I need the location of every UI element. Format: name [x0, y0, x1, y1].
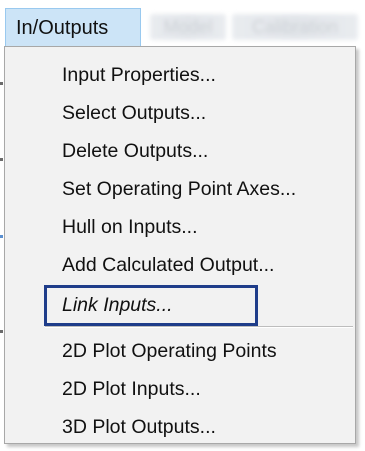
- menu-item-add-calculated-output[interactable]: Add Calculated Output...: [7, 246, 353, 284]
- menu-item-2d-plot-inputs[interactable]: 2D Plot Inputs...: [7, 370, 353, 408]
- menu-model-label: Model: [163, 17, 213, 37]
- menu-separator-highlight: [45, 327, 353, 328]
- menubar: In/Outputs Model Calibration: [0, 0, 365, 46]
- menu-item-3d-plot-outputs[interactable]: 3D Plot Outputs...: [7, 408, 353, 446]
- menu-item-link-inputs[interactable]: Link Inputs...: [7, 286, 353, 324]
- menu-item-delete-outputs[interactable]: Delete Outputs...: [7, 132, 353, 170]
- background-mark: [0, 235, 3, 238]
- background-mark: [0, 158, 3, 161]
- menu-item-input-properties[interactable]: Input Properties...: [7, 56, 353, 94]
- app-window: In/Outputs Model Calibration Input Prope…: [0, 0, 365, 451]
- background-mark: [0, 330, 3, 333]
- menu-item-select-outputs[interactable]: Select Outputs...: [7, 94, 353, 132]
- menu-item-hull-on-inputs[interactable]: Hull on Inputs...: [7, 208, 353, 246]
- menu-item-2d-plot-operating-points[interactable]: 2D Plot Operating Points: [7, 332, 353, 370]
- in-outputs-dropdown-menu: Input Properties... Select Outputs... De…: [4, 46, 356, 444]
- menu-item-set-operating-point-axes[interactable]: Set Operating Point Axes...: [7, 170, 353, 208]
- menu-calibration-blurred[interactable]: Calibration: [232, 14, 358, 40]
- menu-calibration-label: Calibration: [251, 17, 339, 37]
- menu-in-outputs[interactable]: In/Outputs: [5, 8, 141, 46]
- background-mark: [0, 82, 3, 85]
- menu-model-blurred[interactable]: Model: [150, 14, 226, 40]
